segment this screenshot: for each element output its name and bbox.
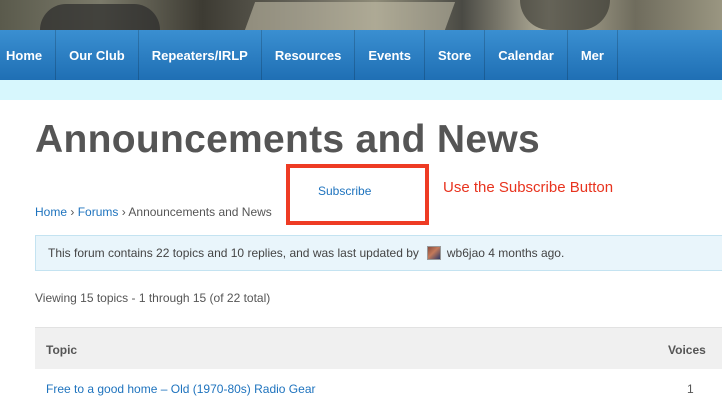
forum-info-text: This forum contains 22 topics and 10 rep… bbox=[48, 246, 419, 260]
nav-item-calendar[interactable]: Calendar bbox=[485, 30, 568, 80]
subscribe-callout: Use the Subscribe Button bbox=[443, 179, 614, 196]
banner-shape bbox=[40, 4, 160, 30]
nav-item-home[interactable]: Home bbox=[0, 30, 57, 80]
column-header-voices: Voices bbox=[668, 343, 706, 357]
column-header-topic: Topic bbox=[46, 343, 78, 357]
nav-item-events[interactable]: Events bbox=[355, 30, 425, 80]
nav-item-more[interactable]: Mer bbox=[568, 30, 618, 80]
breadcrumb-home-link[interactable]: Home bbox=[35, 205, 67, 219]
forum-info-notice: This forum contains 22 topics and 10 rep… bbox=[35, 235, 722, 271]
nav-item-store[interactable]: Store bbox=[425, 30, 486, 80]
breadcrumb-current: Announcements and News bbox=[128, 205, 272, 219]
breadcrumb-forums-link[interactable]: Forums bbox=[78, 205, 119, 219]
topic-link[interactable]: Free to a good home – Old (1970-80s) Rad… bbox=[46, 382, 315, 396]
main-navigation: Home Our Club Repeaters/IRLP Resources E… bbox=[0, 30, 722, 80]
header-banner-photo bbox=[0, 0, 722, 30]
topics-table-header: Topic Voices bbox=[35, 327, 722, 369]
last-updated-user-link[interactable]: wb6jao bbox=[447, 246, 485, 260]
nav-item-resources[interactable]: Resources bbox=[262, 30, 356, 80]
topic-voices-count: 1 bbox=[687, 382, 694, 396]
page-title: Announcements and News bbox=[35, 118, 541, 161]
pagination-count: Viewing 15 topics - 1 through 15 (of 22 … bbox=[35, 291, 271, 305]
last-updated-time: 4 months ago. bbox=[488, 246, 565, 260]
nav-sub-strip bbox=[0, 80, 722, 100]
table-row: Free to a good home – Old (1970-80s) Rad… bbox=[35, 369, 722, 397]
breadcrumb-separator: › bbox=[70, 205, 75, 219]
nav-item-our-club[interactable]: Our Club bbox=[56, 30, 139, 80]
user-avatar-icon[interactable] bbox=[426, 246, 441, 260]
banner-shape bbox=[520, 0, 610, 30]
breadcrumb-separator: › bbox=[121, 205, 126, 219]
banner-shape bbox=[244, 2, 456, 30]
breadcrumb: Home › Forums › Announcements and News bbox=[35, 205, 272, 219]
subscribe-highlight-box bbox=[286, 164, 429, 225]
nav-item-repeaters-irlp[interactable]: Repeaters/IRLP bbox=[139, 30, 262, 80]
